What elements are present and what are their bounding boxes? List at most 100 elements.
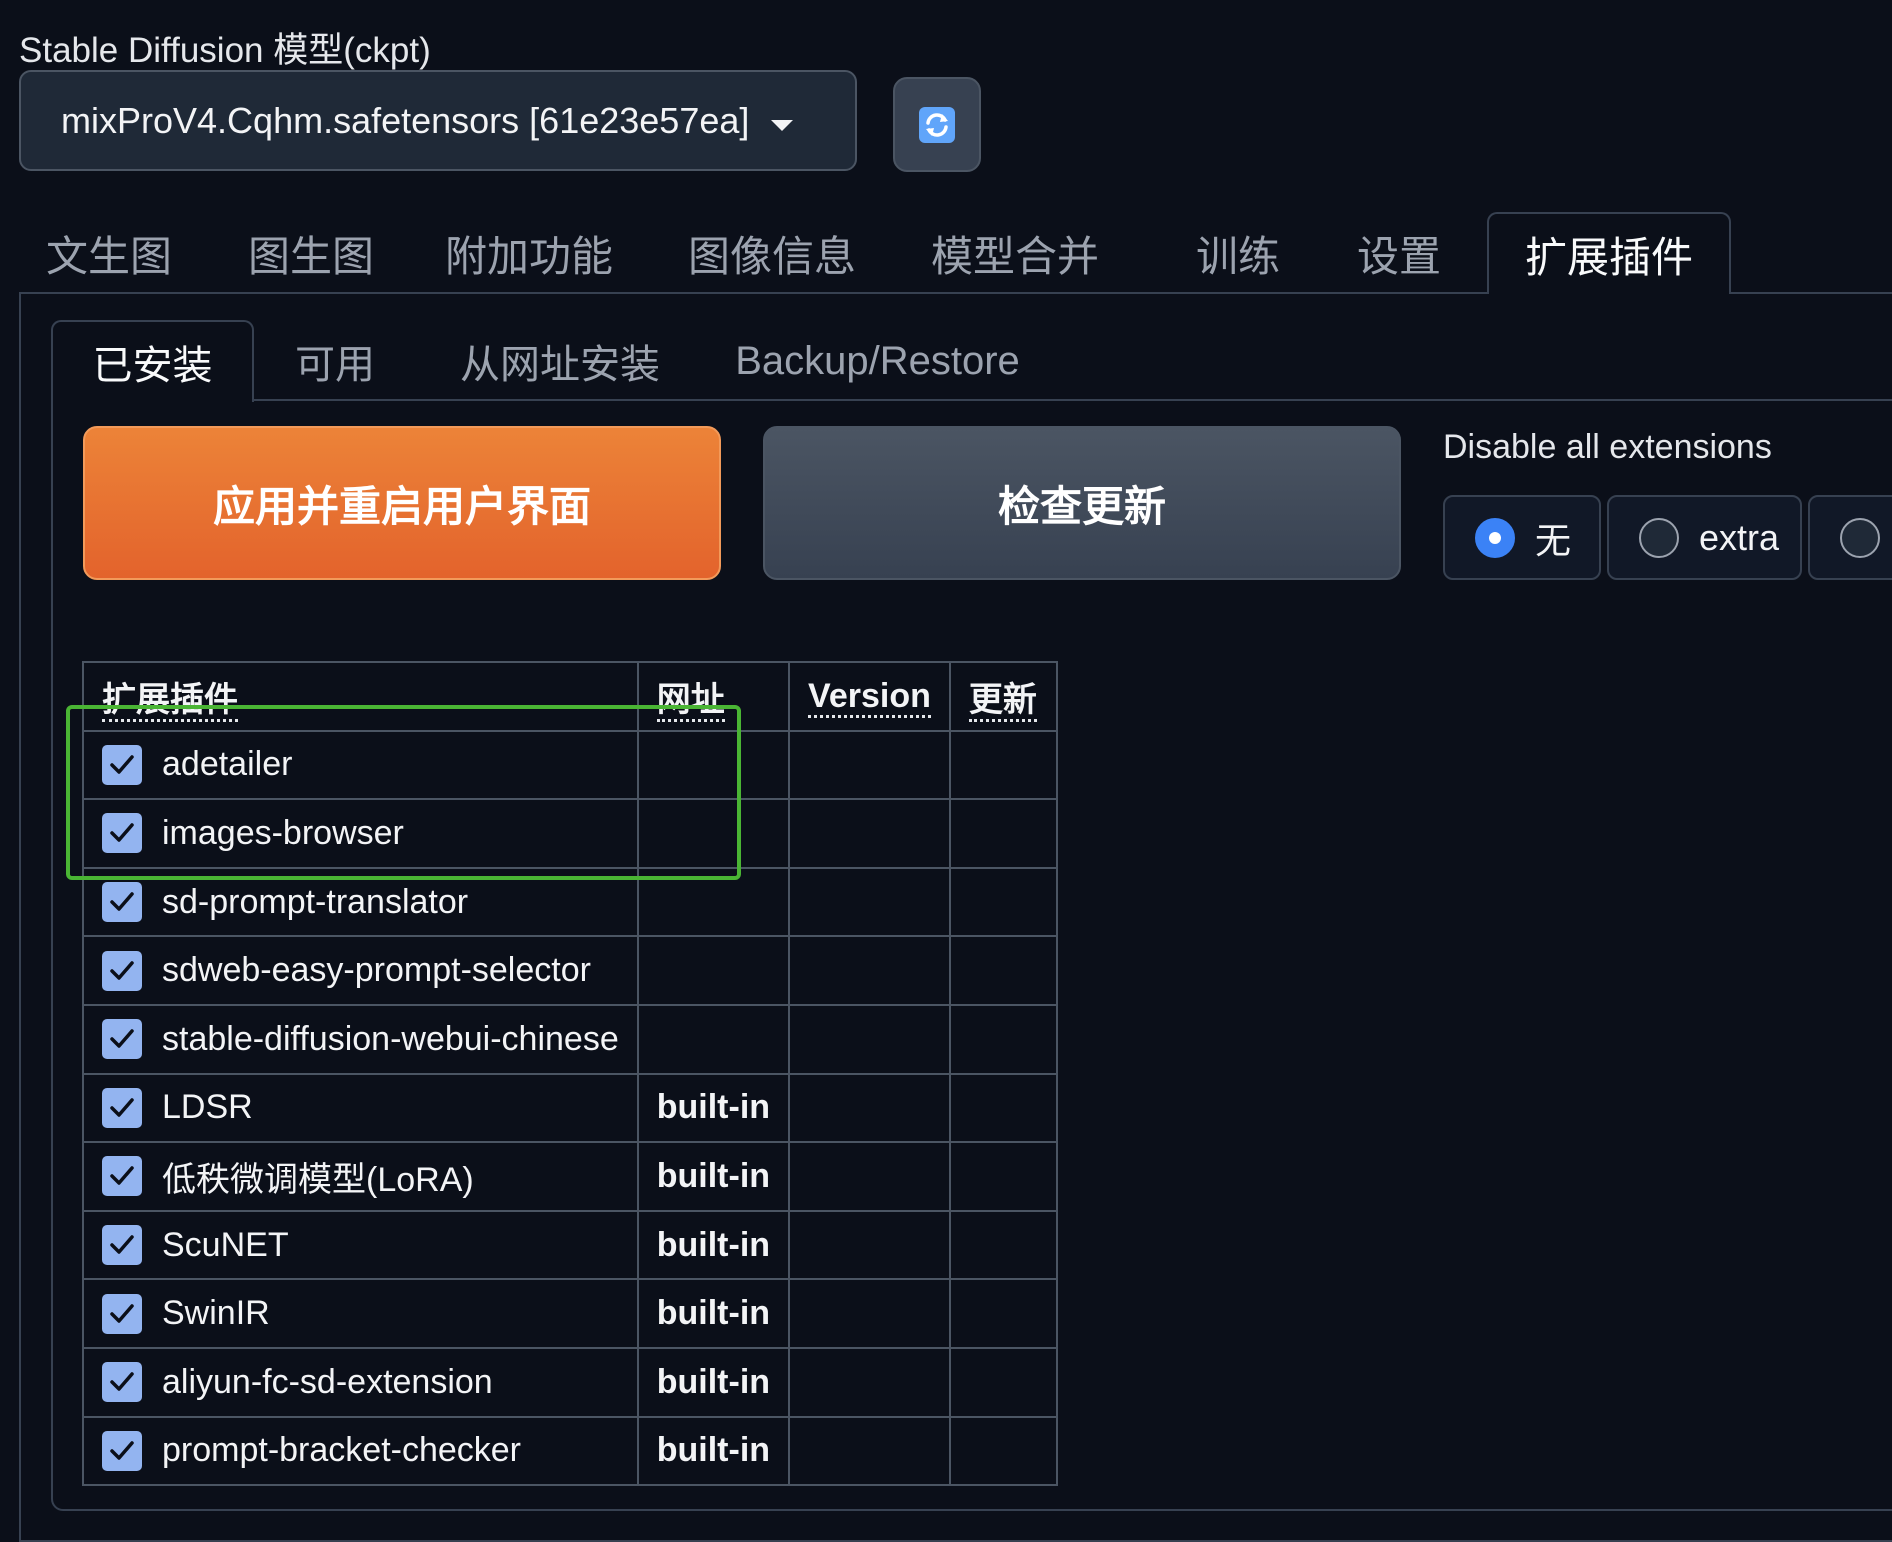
- extension-name-cell: images-browser: [82, 798, 639, 869]
- tab-checkpoint-merger[interactable]: 模型合并: [925, 212, 1105, 294]
- radio-unchecked-icon: [1840, 517, 1880, 558]
- radio-option-all[interactable]: [1808, 495, 1892, 580]
- extension-enabled-checkbox[interactable]: [102, 1087, 142, 1128]
- extension-version-cell: [788, 1415, 951, 1487]
- extension-version-cell: [788, 1278, 951, 1349]
- extensions-table: 扩展插件 网址 Version 更新 adetailer images-brows…: [82, 661, 1058, 1487]
- tab-extras[interactable]: 附加功能: [439, 212, 619, 294]
- extension-name: adetailer: [162, 745, 293, 784]
- tab-installed[interactable]: 已安装: [51, 320, 254, 402]
- extension-name-cell: sd-prompt-translator: [82, 866, 639, 938]
- extension-url-cell: [636, 866, 791, 938]
- model-select-value: mixProV4.Cqhm.safetensors [61e23e57ea]: [61, 99, 750, 141]
- table-row: aliyun-fc-sd-extension built-in: [82, 1346, 1058, 1418]
- extension-enabled-checkbox[interactable]: [102, 882, 142, 923]
- table-header-row: 扩展插件 网址 Version 更新: [82, 661, 1058, 732]
- extension-name-cell: SwinIR: [82, 1278, 639, 1349]
- extension-url-cell: built-in: [636, 1346, 791, 1418]
- chevron-down-icon: [771, 120, 793, 131]
- extension-update-cell: [948, 1278, 1058, 1349]
- radio-option-label: extra: [1699, 516, 1780, 558]
- extension-name: 低秩微调模型(LoRA): [162, 1160, 474, 1199]
- extension-update-cell: [948, 1003, 1058, 1075]
- extension-enabled-checkbox[interactable]: [102, 1156, 142, 1197]
- extension-url-cell: [636, 935, 791, 1006]
- header-url: 网址: [636, 661, 791, 732]
- tab-txt2img[interactable]: 文生图: [39, 212, 179, 294]
- tab-install-from-url[interactable]: 从网址安装: [450, 320, 670, 402]
- table-row: sd-prompt-translator: [82, 866, 1058, 938]
- extensions-table-body: adetailer images-browser sd-prompt-transla…: [82, 729, 1058, 1487]
- extension-name: ScuNET: [162, 1225, 289, 1264]
- extension-update-cell: [948, 866, 1058, 938]
- extension-update-cell: [948, 1072, 1058, 1144]
- extension-name-cell: prompt-bracket-checker: [82, 1415, 639, 1487]
- extension-enabled-checkbox[interactable]: [102, 1362, 142, 1403]
- extension-version-cell: [788, 798, 951, 869]
- extension-version-cell: [788, 1003, 951, 1075]
- radio-option-extra[interactable]: extra: [1607, 495, 1802, 580]
- radio-option-label: 无: [1535, 519, 1572, 561]
- table-row: adetailer: [82, 729, 1058, 801]
- tab-png-info[interactable]: 图像信息: [682, 212, 862, 294]
- radio-unchecked-icon: [1639, 517, 1679, 558]
- model-select[interactable]: mixProV4.Cqhm.safetensors [61e23e57ea]: [19, 70, 857, 171]
- extension-url-cell: [636, 1003, 791, 1075]
- model-label: Stable Diffusion 模型(ckpt): [19, 31, 431, 70]
- extension-enabled-checkbox[interactable]: [102, 1019, 142, 1060]
- tab-train[interactable]: 训练: [1183, 212, 1293, 294]
- extension-url-cell: built-in: [636, 1278, 791, 1349]
- extension-enabled-checkbox[interactable]: [102, 1430, 142, 1471]
- table-row: stable-diffusion-webui-chinese: [82, 1003, 1058, 1075]
- tab-extensions[interactable]: 扩展插件: [1487, 212, 1731, 294]
- extension-name-cell: adetailer: [82, 729, 639, 801]
- extension-enabled-checkbox[interactable]: [102, 950, 142, 991]
- extension-version-cell: [788, 729, 951, 801]
- extension-update-cell: [948, 1415, 1058, 1487]
- extension-name-cell: 低秩微调模型(LoRA): [82, 1141, 639, 1212]
- extension-name-cell: ScuNET: [82, 1209, 639, 1281]
- disable-extensions-label: Disable all extensions: [1443, 428, 1772, 466]
- extension-name-cell: LDSR: [82, 1072, 639, 1144]
- extension-name: SwinIR: [162, 1294, 270, 1333]
- extension-enabled-checkbox[interactable]: [102, 1225, 142, 1266]
- extension-name: images-browser: [162, 813, 404, 852]
- extension-version-cell: [788, 1072, 951, 1144]
- extension-version-cell: [788, 935, 951, 1006]
- table-row: sdweb-easy-prompt-selector: [82, 935, 1058, 1006]
- extension-update-cell: [948, 798, 1058, 869]
- extension-enabled-checkbox[interactable]: [102, 813, 142, 854]
- extension-url-cell: [636, 729, 791, 801]
- table-row: images-browser: [82, 798, 1058, 869]
- tab-img2img[interactable]: 图生图: [241, 212, 381, 294]
- extension-name-cell: aliyun-fc-sd-extension: [82, 1346, 639, 1418]
- extension-update-cell: [948, 935, 1058, 1006]
- apply-and-restart-button[interactable]: 应用并重启用户界面: [83, 426, 721, 580]
- extension-url-cell: built-in: [636, 1072, 791, 1144]
- radio-checked-icon: [1475, 517, 1515, 558]
- radio-option-none[interactable]: 无: [1443, 495, 1601, 580]
- extension-name: aliyun-fc-sd-extension: [162, 1362, 493, 1401]
- check-for-updates-button[interactable]: 检查更新: [763, 426, 1401, 580]
- refresh-icon: [919, 106, 955, 143]
- tab-available[interactable]: 可用: [280, 320, 390, 402]
- extension-version-cell: [788, 1346, 951, 1418]
- table-row: LDSR built-in: [82, 1072, 1058, 1144]
- extension-name-cell: sdweb-easy-prompt-selector: [82, 935, 639, 1006]
- extension-enabled-checkbox[interactable]: [102, 744, 142, 785]
- header-update: 更新: [948, 661, 1058, 732]
- extension-name: LDSR: [162, 1088, 253, 1127]
- extension-url-cell: built-in: [636, 1415, 791, 1487]
- extension-name-cell: stable-diffusion-webui-chinese: [82, 1003, 639, 1075]
- extension-name: stable-diffusion-webui-chinese: [162, 1019, 619, 1058]
- refresh-model-button[interactable]: [893, 77, 981, 172]
- extension-name: prompt-bracket-checker: [162, 1431, 522, 1470]
- extension-url-cell: [636, 798, 791, 869]
- table-row: 低秩微调模型(LoRA) built-in: [82, 1141, 1058, 1212]
- extension-url-cell: built-in: [636, 1141, 791, 1212]
- extension-enabled-checkbox[interactable]: [102, 1293, 142, 1334]
- extension-version-cell: [788, 866, 951, 938]
- tab-settings[interactable]: 设置: [1349, 212, 1449, 294]
- extension-url-cell: built-in: [636, 1209, 791, 1281]
- tab-backup-restore[interactable]: Backup/Restore: [735, 320, 1020, 402]
